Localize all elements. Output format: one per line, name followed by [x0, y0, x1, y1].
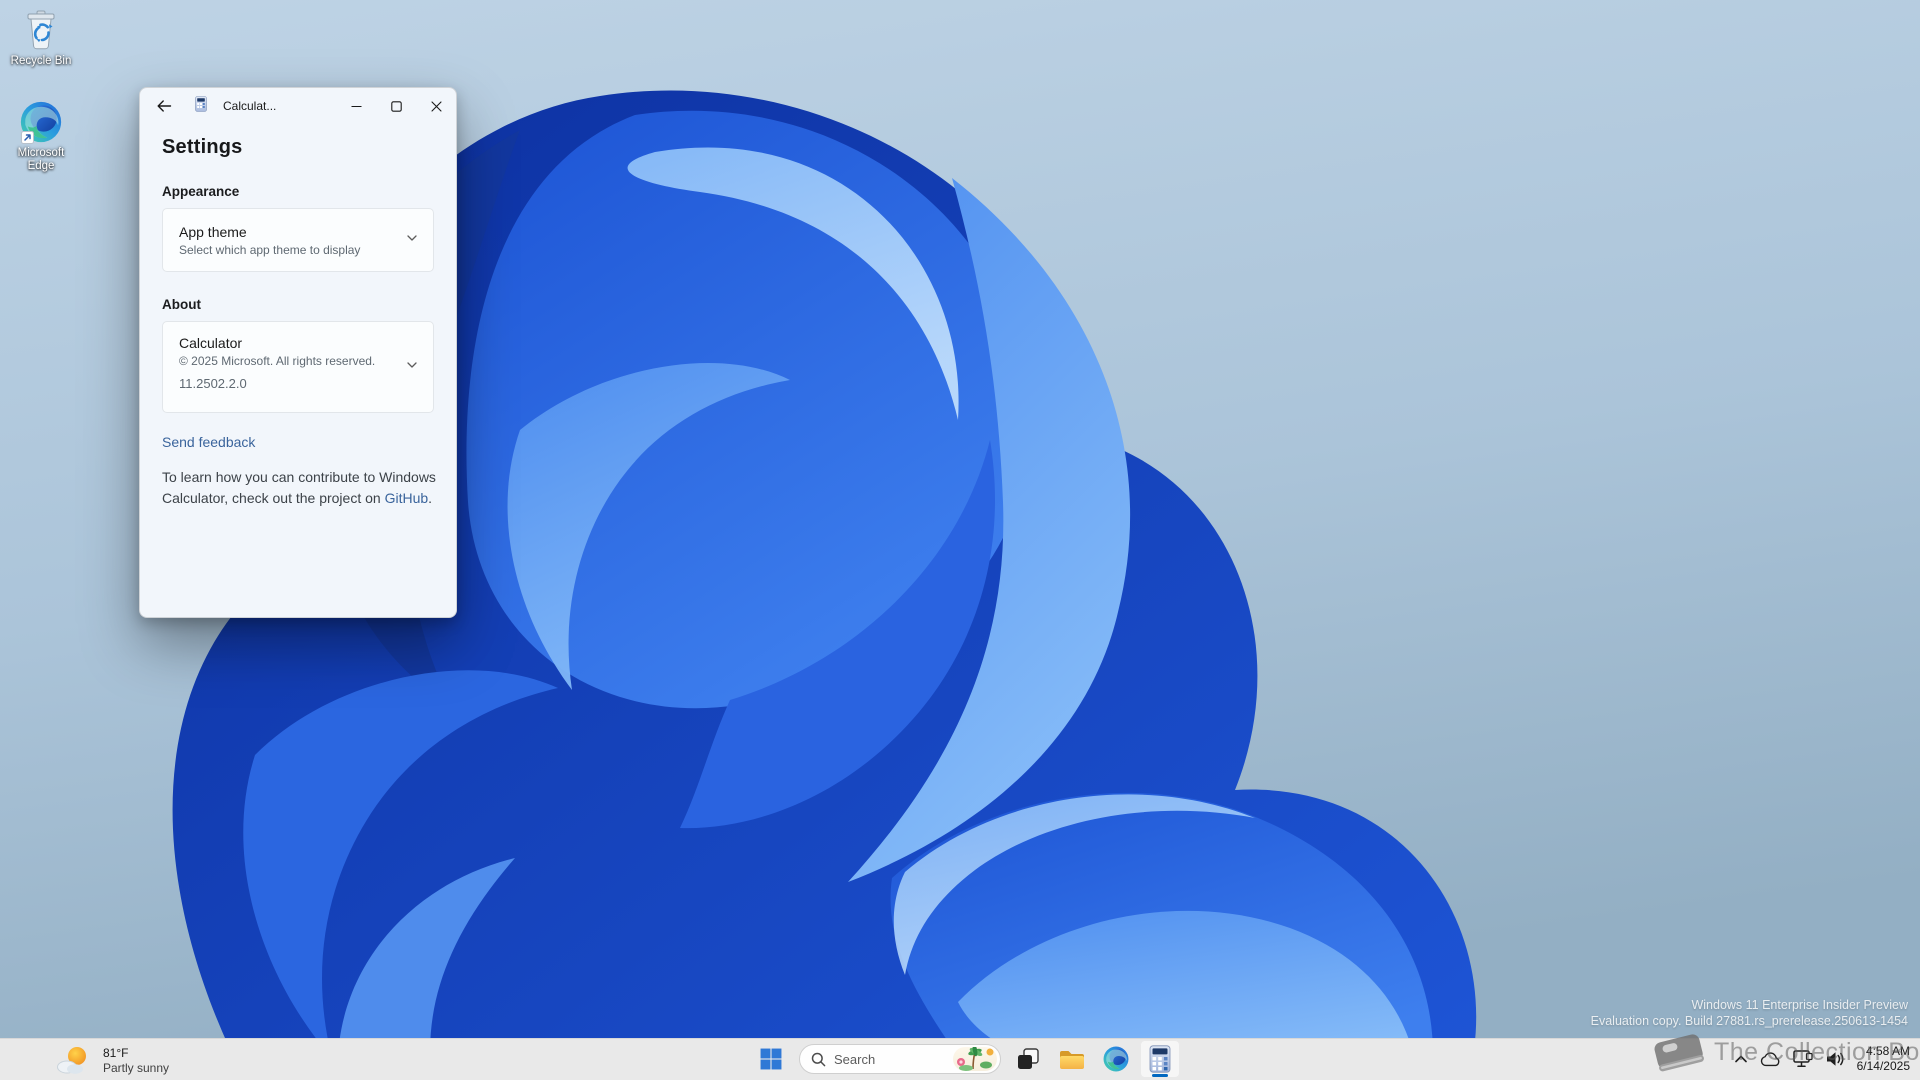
app-theme-expander[interactable]: App theme Select which app theme to disp… [162, 208, 434, 272]
clock-tray[interactable]: 4:58 AM 6/14/2025 [1857, 1044, 1910, 1074]
github-link[interactable]: GitHub [385, 490, 429, 506]
build-watermark: Windows 11 Enterprise Insider Preview Ev… [1591, 997, 1908, 1029]
calculator-settings-window: Calculat... Settings Appearance App them… [139, 87, 457, 618]
start-button[interactable] [751, 1040, 791, 1078]
desktop-icon-label: Microsoft Edge [4, 147, 78, 173]
build-watermark-line1: Windows 11 Enterprise Insider Preview [1591, 997, 1908, 1013]
edge-icon [20, 100, 62, 144]
partly-sunny-icon [54, 1045, 94, 1075]
task-view-button[interactable] [1008, 1040, 1048, 1078]
send-feedback-link[interactable]: Send feedback [162, 434, 255, 450]
about-app-name: Calculator [179, 335, 417, 351]
desktop-icon-microsoft-edge[interactable]: Microsoft Edge [4, 100, 78, 173]
windows-logo-icon [760, 1048, 782, 1070]
window-title: Calculat... [223, 99, 276, 113]
contribute-paragraph: To learn how you can contribute to Windo… [162, 467, 436, 509]
back-button[interactable] [147, 91, 181, 121]
calculator-icon [1148, 1045, 1172, 1073]
search-input[interactable] [834, 1052, 953, 1067]
app-theme-subtitle: Select which app theme to display [179, 243, 360, 257]
window-titlebar: Calculat... [140, 88, 456, 124]
search-icon [811, 1052, 826, 1067]
page-title: Settings [162, 136, 434, 159]
search-box[interactable] [799, 1044, 1001, 1074]
tray-chevron-up-button[interactable] [1726, 1042, 1756, 1076]
desktop: Recycle Bin [0, 0, 1920, 1080]
network-display-icon [1793, 1050, 1813, 1068]
minimize-button[interactable] [336, 88, 376, 124]
about-version: 11.2502.2.0 [179, 376, 417, 391]
chevron-down-icon [406, 231, 418, 249]
active-app-indicator [1152, 1074, 1168, 1077]
clock-date: 6/14/2025 [1857, 1059, 1910, 1074]
chevron-down-icon [406, 358, 418, 376]
shortcut-arrow-badge [21, 131, 34, 144]
network-tray-button[interactable] [1788, 1042, 1818, 1076]
about-copyright: © 2025 Microsoft. All rights reserved. [179, 354, 417, 368]
weather-widget[interactable]: 81°F Partly sunny [54, 1043, 169, 1077]
desktop-icon-recycle-bin[interactable]: Recycle Bin [4, 8, 78, 68]
cloud-icon [1760, 1052, 1782, 1067]
task-view-icon [1017, 1048, 1039, 1070]
contribute-text-after: . [428, 490, 432, 506]
speaker-icon [1825, 1051, 1845, 1067]
chevron-up-icon [1735, 1055, 1747, 1063]
edge-icon [1103, 1046, 1129, 1072]
app-theme-title: App theme [179, 224, 360, 240]
edge-taskbar-button[interactable] [1096, 1040, 1136, 1078]
calculator-app-icon [193, 96, 209, 117]
section-header-about: About [162, 297, 434, 312]
close-button[interactable] [416, 88, 456, 124]
desktop-icon-label: Recycle Bin [11, 55, 72, 68]
maximize-button[interactable] [376, 88, 416, 124]
search-highlight-image[interactable] [953, 1047, 997, 1071]
calculator-taskbar-button[interactable] [1140, 1040, 1180, 1078]
build-watermark-line2: Evaluation copy. Build 27881.rs_prerelea… [1591, 1013, 1908, 1029]
recycle-bin-icon [24, 8, 58, 52]
weather-condition: Partly sunny [103, 1061, 169, 1075]
section-header-appearance: Appearance [162, 184, 434, 199]
file-explorer-button[interactable] [1052, 1040, 1092, 1078]
weather-temperature: 81°F [103, 1046, 169, 1060]
clock-time: 4:58 AM [1857, 1044, 1910, 1059]
file-explorer-icon [1059, 1048, 1085, 1070]
onedrive-tray-button[interactable] [1756, 1042, 1786, 1076]
volume-tray-button[interactable] [1820, 1042, 1850, 1076]
about-expander[interactable]: Calculator © 2025 Microsoft. All rights … [162, 321, 434, 413]
